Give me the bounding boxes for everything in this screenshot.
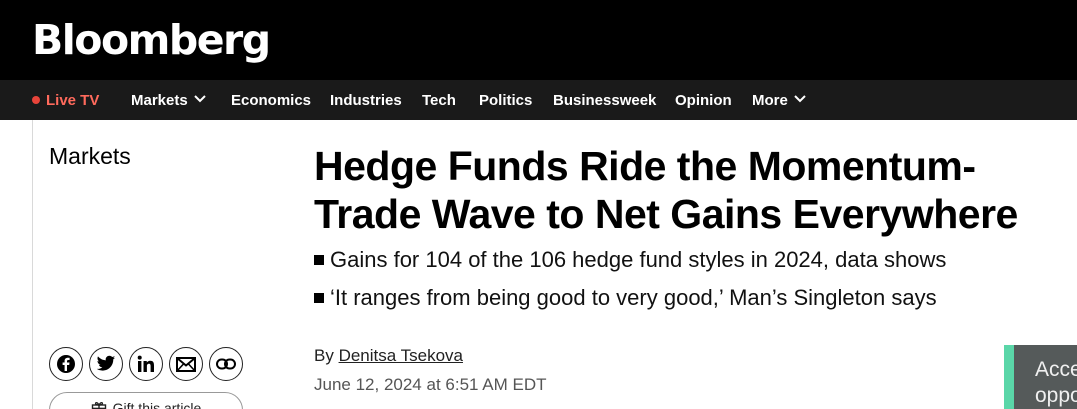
promo-accent-bar	[1004, 345, 1014, 409]
gift-article-label: Gift this article	[112, 400, 202, 409]
nav-markets-label: Markets	[131, 92, 188, 109]
bullet-square-icon	[314, 255, 324, 265]
abstract-text: Gains for 104 of the 106 hedge fund styl…	[330, 247, 947, 272]
nav-live-tv[interactable]: Live TV	[32, 80, 99, 120]
left-divider	[32, 120, 33, 409]
byline: By Denitsa Tsekova	[314, 345, 463, 367]
section-label[interactable]: Markets	[49, 142, 131, 170]
share-email-button[interactable]	[169, 347, 203, 381]
promo-text: Acce oppo	[1035, 357, 1077, 409]
chevron-down-icon	[794, 95, 806, 103]
share-twitter-button[interactable]	[89, 347, 123, 381]
publish-date: June 12, 2024 at 6:51 AM EDT	[314, 375, 547, 394]
nav-live-tv-label: Live TV	[46, 92, 100, 109]
copy-link-button[interactable]	[209, 347, 243, 381]
promo-line-2: oppo	[1035, 384, 1077, 407]
side-promo-panel[interactable]: Acce oppo	[1004, 345, 1077, 409]
nav-more-label: More	[752, 92, 788, 109]
promo-line-1: Acce	[1035, 358, 1077, 381]
nav-businessweek[interactable]: Businessweek	[553, 80, 656, 120]
nav-politics[interactable]: Politics	[479, 80, 532, 120]
abstract-text: ‘It ranges from being good to very good,…	[330, 285, 937, 310]
gift-article-button[interactable]: Gift this article	[49, 392, 243, 409]
live-dot-icon	[32, 96, 40, 104]
nav-industries[interactable]: Industries	[330, 80, 402, 120]
bloomberg-logo[interactable]: Bloomberg	[32, 14, 271, 66]
nav-markets[interactable]: Markets	[131, 80, 206, 120]
nav-more[interactable]: More	[752, 80, 806, 120]
gift-icon	[91, 402, 106, 409]
facebook-icon	[57, 355, 75, 373]
headline-line-2: Trade Wave to Net Gains Everywhere	[314, 191, 1018, 237]
nav-tech[interactable]: Tech	[422, 80, 456, 120]
twitter-icon	[96, 355, 116, 371]
abstract-item: Gains for 104 of the 106 hedge fund styl…	[314, 245, 1074, 283]
top-bar: Bloomberg	[0, 0, 1077, 80]
article-abstract: Gains for 104 of the 106 hedge fund styl…	[314, 245, 1074, 321]
link-icon	[216, 358, 236, 370]
email-icon	[176, 356, 196, 372]
chevron-down-icon	[193, 95, 206, 103]
abstract-item: ‘It ranges from being good to very good,…	[314, 283, 1074, 321]
nav-opinion[interactable]: Opinion	[675, 80, 732, 120]
share-linkedin-button[interactable]	[129, 347, 163, 381]
bullet-square-icon	[314, 293, 324, 303]
linkedin-icon	[137, 355, 154, 372]
author-link[interactable]: Denitsa Tsekova	[339, 346, 463, 365]
article-headline: Hedge Funds Ride the Momentum- Trade Wav…	[314, 142, 1074, 238]
headline-line-1: Hedge Funds Ride the Momentum-	[314, 143, 976, 189]
share-facebook-button[interactable]	[49, 347, 83, 381]
byline-prefix: By	[314, 346, 339, 365]
main-nav: Live TV Markets Economics Industries Tec…	[0, 80, 1077, 120]
nav-economics[interactable]: Economics	[231, 80, 311, 120]
